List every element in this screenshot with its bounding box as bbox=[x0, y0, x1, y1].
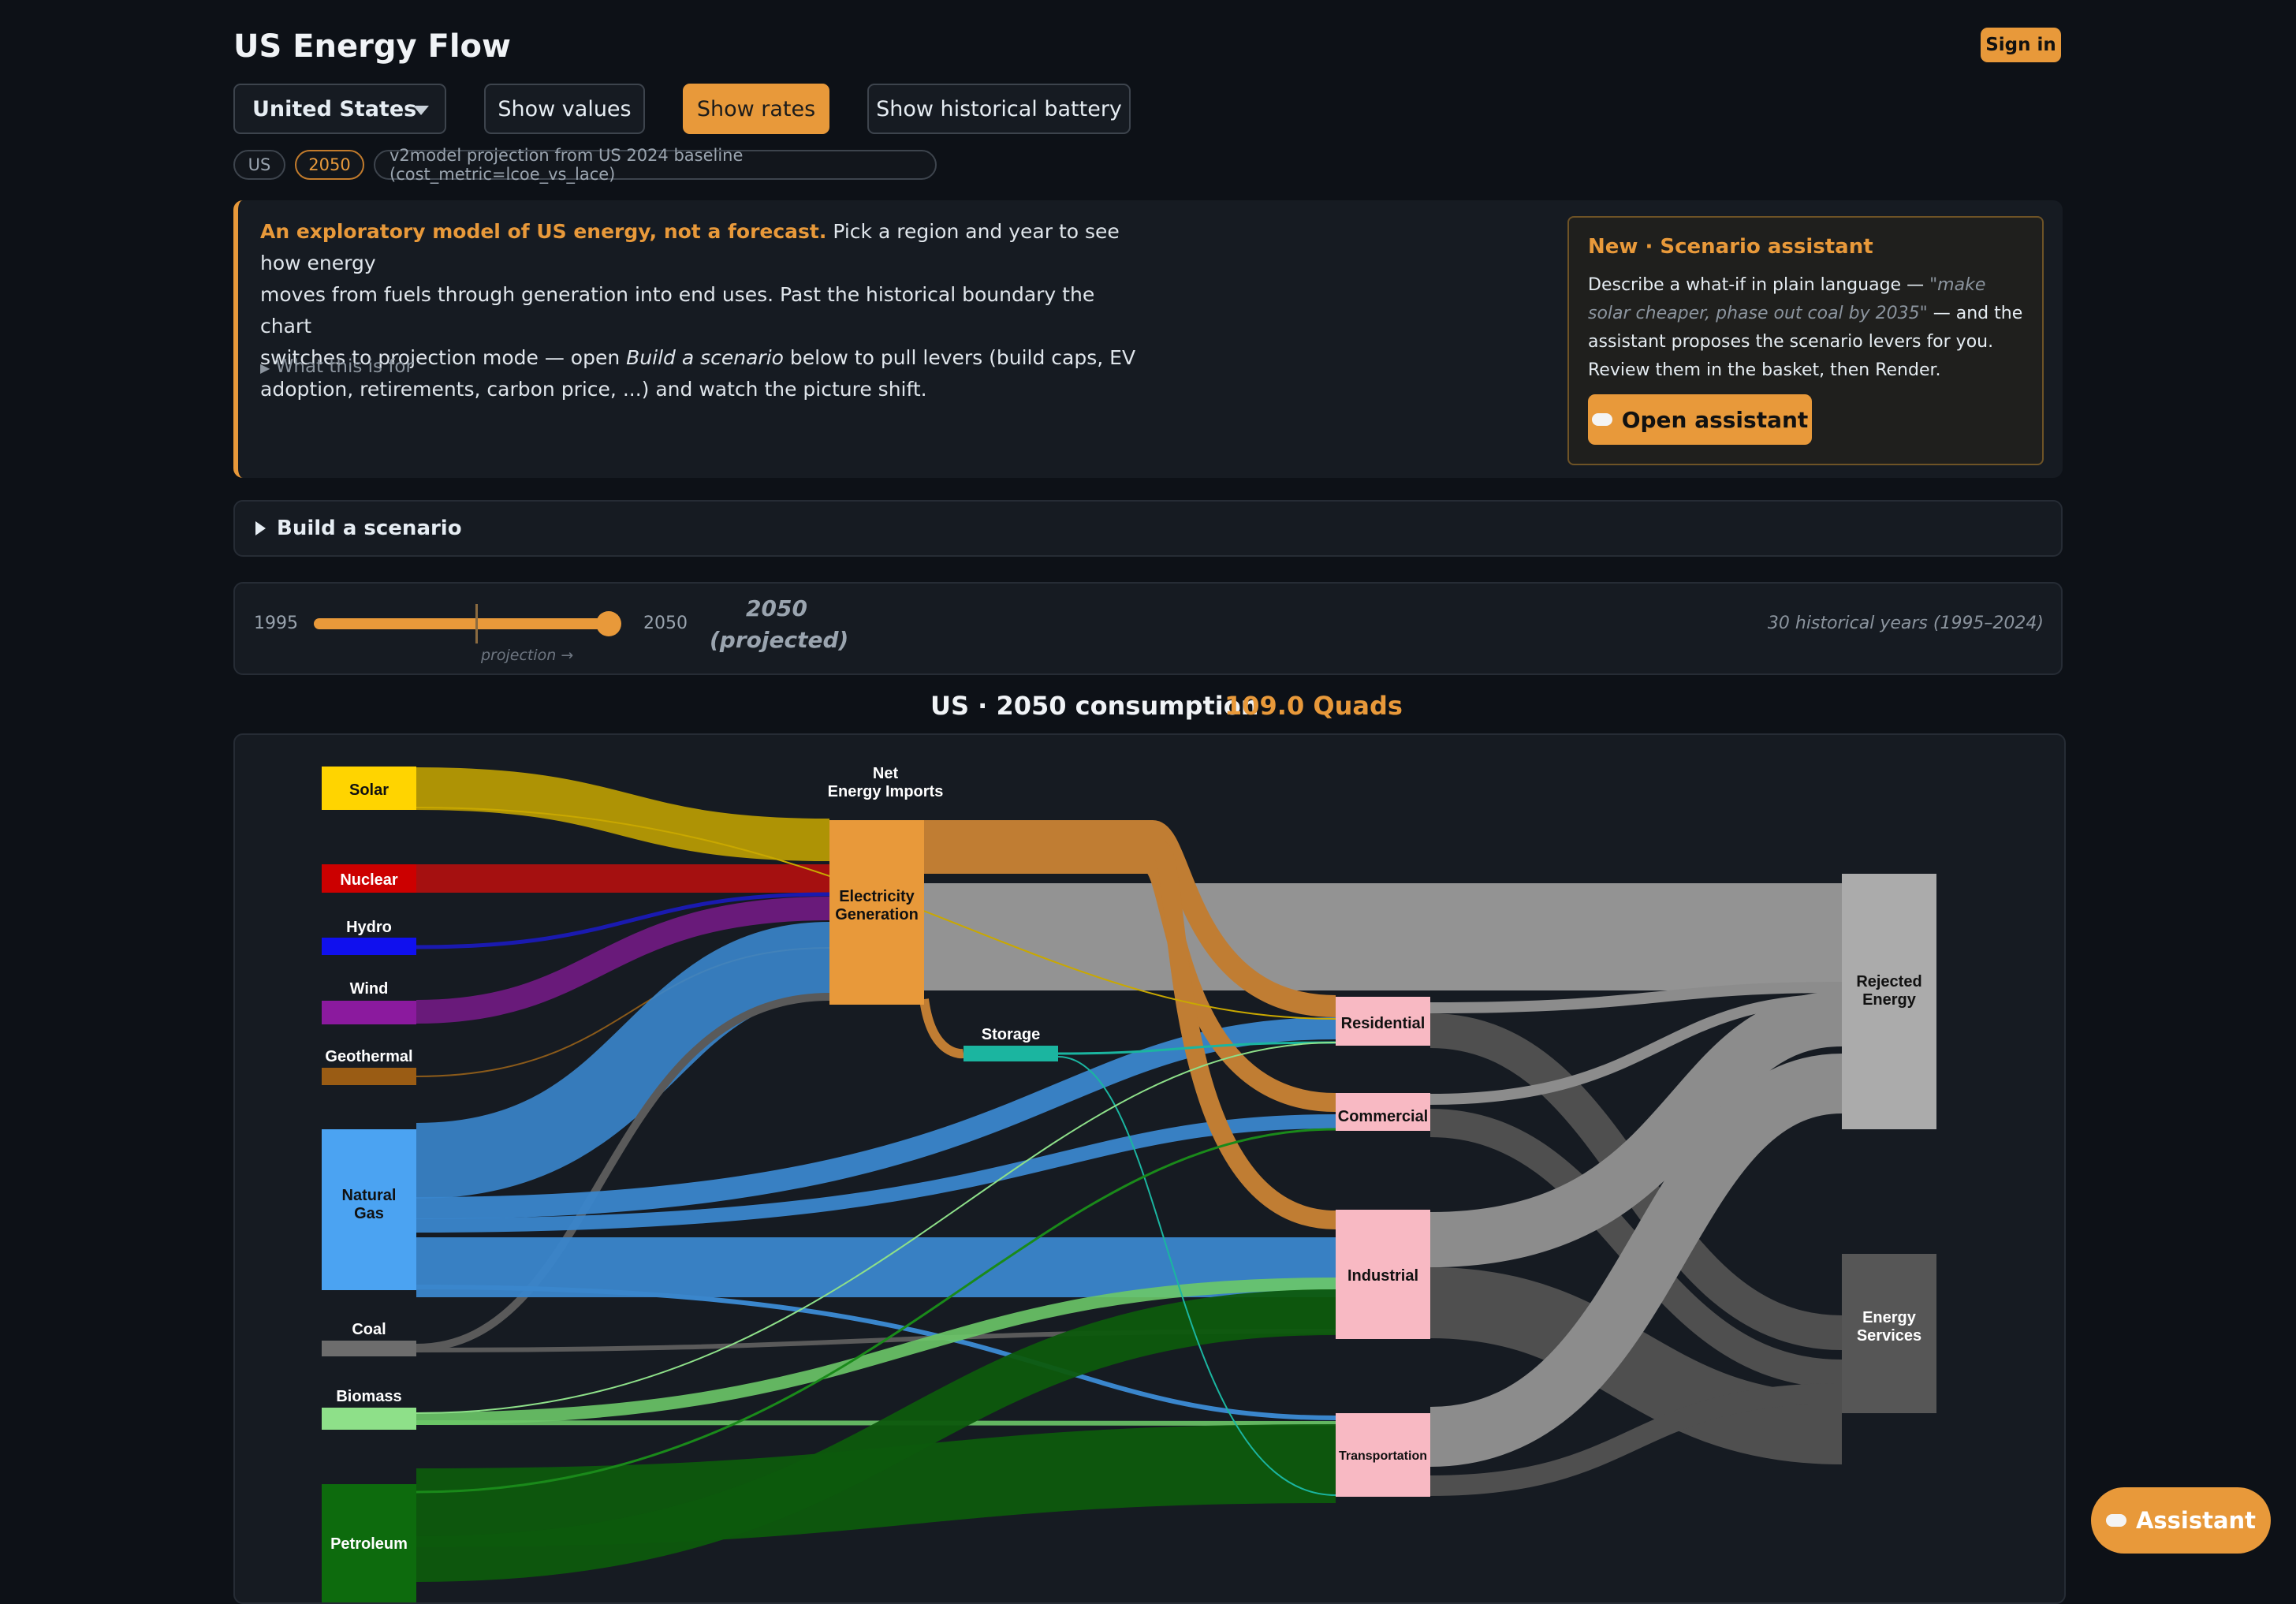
show-values-button[interactable]: Show values bbox=[484, 84, 645, 134]
historical-boundary-marker bbox=[475, 604, 478, 643]
flow-electricity-storage bbox=[919, 998, 964, 1059]
node-storage[interactable] bbox=[964, 1046, 1058, 1061]
timeline-max: 2050 bbox=[643, 614, 688, 633]
label-solar: Solar bbox=[349, 781, 389, 799]
intro-line-3-em: Build a scenario bbox=[626, 346, 784, 369]
what-for-label: What this is for bbox=[275, 356, 413, 377]
label-rejected: Rejected Energy bbox=[1856, 973, 1921, 1009]
label-industrial: Industrial bbox=[1347, 1267, 1418, 1285]
caret-right-icon: ▶ bbox=[260, 360, 270, 375]
chip-region: US bbox=[233, 150, 285, 180]
label-wind: Wind bbox=[350, 980, 389, 998]
node-wind[interactable] bbox=[322, 1001, 416, 1024]
sankey-svg: Solar Nuclear Hydro Wind Geothermal Natu… bbox=[322, 765, 1936, 1602]
flow-gas-electricity bbox=[416, 922, 831, 1199]
label-electricity: Electricity Generation bbox=[835, 888, 919, 923]
assistant-card-text: Describe a what-if in plain language — "… bbox=[1588, 271, 2030, 385]
assistant-card-heading: New · Scenario assistant bbox=[1588, 235, 1873, 259]
node-geothermal[interactable] bbox=[322, 1068, 416, 1085]
consumption-heading: US · 2050 consumption bbox=[930, 691, 1259, 721]
chevron-down-icon bbox=[413, 106, 429, 115]
label-nuclear: Nuclear bbox=[340, 871, 398, 889]
build-scenario-toggle[interactable]: Build a scenario bbox=[233, 500, 2063, 557]
historical-years-note: 30 historical years (1995–2024) bbox=[1767, 614, 2044, 633]
open-assistant-label: Open assistant bbox=[1621, 406, 1809, 433]
chip-year: 2050 bbox=[295, 150, 364, 180]
label-transportation: Transportation bbox=[1339, 1449, 1427, 1463]
timeline-year-display: 2050 (projected) bbox=[710, 593, 848, 656]
node-biomass[interactable] bbox=[322, 1408, 416, 1430]
projection-label: projection → bbox=[481, 647, 574, 664]
label-commercial: Commercial bbox=[1338, 1108, 1429, 1125]
intro-line-4: adoption, retirements, carbon price, ...… bbox=[260, 378, 927, 401]
node-coal[interactable] bbox=[322, 1341, 416, 1356]
show-rates-button[interactable]: Show rates bbox=[683, 84, 829, 134]
caret-right-icon bbox=[255, 521, 266, 535]
pill-icon bbox=[2105, 1514, 2126, 1527]
show-historical-battery-button[interactable]: Show historical battery bbox=[867, 84, 1131, 134]
node-hydro[interactable] bbox=[322, 938, 416, 955]
sankey-chart: Solar Nuclear Hydro Wind Geothermal Natu… bbox=[233, 733, 2066, 1604]
region-select[interactable]: United States bbox=[233, 84, 446, 134]
label-geothermal: Geothermal bbox=[325, 1048, 412, 1065]
label-net-imports: Net Energy Imports bbox=[828, 765, 944, 800]
assistant-fab[interactable]: Assistant bbox=[2091, 1487, 2271, 1554]
assistant-fab-label: Assistant bbox=[2135, 1507, 2257, 1534]
timeline-year: 2050 bbox=[746, 595, 807, 621]
what-for-toggle[interactable]: ▶ What this is for bbox=[260, 356, 413, 377]
intro-line-2: moves from fuels through generation into… bbox=[260, 283, 1095, 338]
page-title: US Energy Flow bbox=[233, 28, 511, 65]
timeline-min: 1995 bbox=[254, 614, 298, 633]
open-assistant-button[interactable]: Open assistant bbox=[1588, 394, 1812, 445]
sign-in-button[interactable]: Sign in bbox=[1981, 28, 2061, 62]
intro-lead: An exploratory model of US energy, not a… bbox=[260, 220, 827, 243]
label-residential: Residential bbox=[1341, 1015, 1426, 1032]
flow-solar-electricity bbox=[416, 767, 830, 861]
timeline-year-note: (projected) bbox=[710, 627, 849, 653]
chip-model: v2model projection from US 2024 baseline… bbox=[374, 146, 937, 184]
assistant-text-1: Describe a what-if in plain language — bbox=[1588, 275, 1930, 295]
label-storage: Storage bbox=[982, 1026, 1040, 1043]
timeline-thumb[interactable] bbox=[596, 611, 621, 636]
timeline-track[interactable] bbox=[314, 618, 613, 629]
label-coal: Coal bbox=[352, 1321, 386, 1338]
label-petroleum: Petroleum bbox=[330, 1535, 408, 1553]
intro-line-3b: below to pull levers (build caps, EV bbox=[783, 346, 1136, 369]
label-services: Energy Services bbox=[1857, 1309, 1921, 1345]
region-select-value: United States bbox=[252, 96, 417, 121]
pill-icon bbox=[1591, 413, 1612, 426]
intro-text: An exploratory model of US energy, not a… bbox=[260, 216, 1151, 405]
consumption-total: 109.0 Quads bbox=[1224, 691, 1403, 721]
label-biomass: Biomass bbox=[336, 1388, 401, 1405]
label-hydro: Hydro bbox=[346, 919, 392, 936]
build-scenario-label: Build a scenario bbox=[277, 517, 462, 540]
